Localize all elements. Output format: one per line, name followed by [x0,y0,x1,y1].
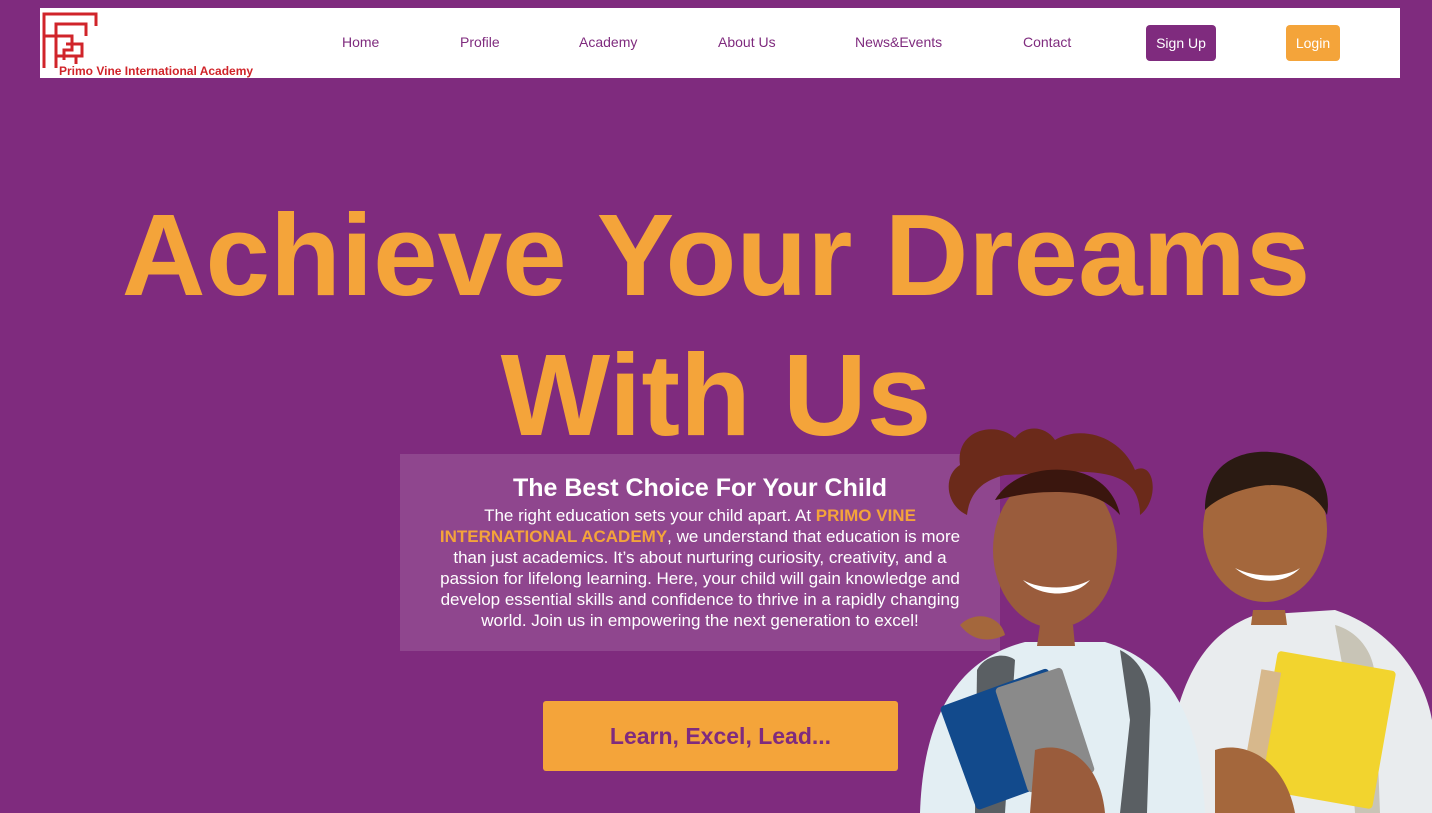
nav-profile[interactable]: Profile [460,34,500,50]
brand-logo[interactable]: Primo Vine International Academy [42,12,302,78]
intro-heading: The Best Choice For Your Child [512,474,888,502]
nav-academy[interactable]: Academy [579,34,637,50]
students-photo-icon [920,428,1432,813]
brand-name: Primo Vine International Academy [59,64,254,78]
navbar: Primo Vine International Academy Home Pr… [40,8,1400,78]
intro-text: The right education sets your child apar… [424,505,976,631]
intro-box: The Best Choice For Your Child The right… [400,454,1000,651]
login-button[interactable]: Login [1286,25,1340,61]
nav-contact[interactable]: Contact [1023,34,1071,50]
hero-title-line1: Achieve Your Dreams [121,190,1311,320]
signup-button[interactable]: Sign Up [1146,25,1216,61]
nav-home[interactable]: Home [342,34,379,50]
nav-about-us[interactable]: About Us [718,34,776,50]
cta-button[interactable]: Learn, Excel, Lead... [543,701,898,771]
hero-title-line2: With Us [500,330,932,460]
nav-news-events[interactable]: News&Events [855,34,942,50]
logo-mark-icon [42,12,98,68]
intro-text-start: The right education sets your child apar… [484,506,816,525]
